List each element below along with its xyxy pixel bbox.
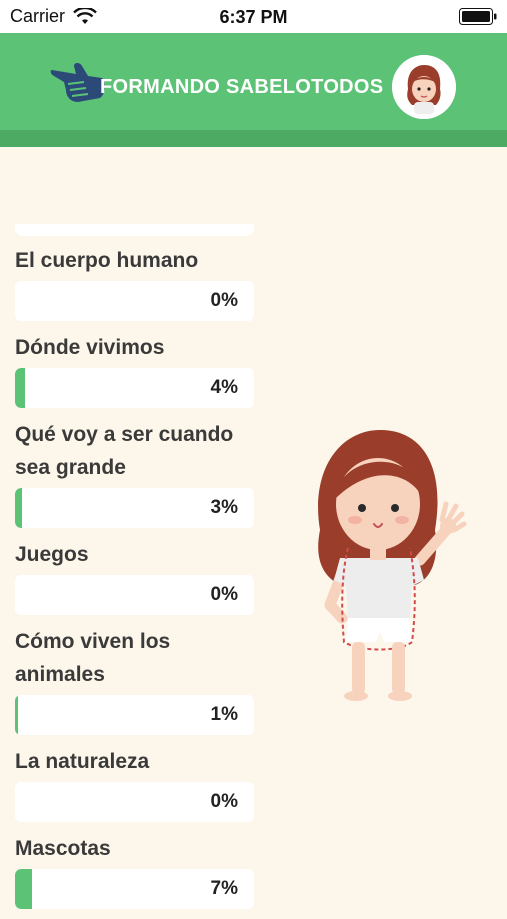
status-time: 6:37 PM: [219, 7, 288, 27]
list-item[interactable]: Qué voy a ser cuando sea grande 3%: [15, 418, 255, 528]
progress-bar: 3%: [15, 488, 254, 528]
progress-percent: 1%: [210, 704, 238, 725]
progress-percent: 0%: [210, 791, 238, 812]
progress-fill: [15, 695, 18, 735]
list-item[interactable]: El cuerpo humano 0%: [15, 244, 255, 321]
topic-title: Cómo viven los animales: [15, 630, 171, 686]
header-shadow: [0, 130, 507, 147]
progress-bar: 1%: [15, 695, 254, 735]
progress-bar: 0%: [15, 575, 254, 615]
list-item[interactable]: La naturaleza 0%: [15, 745, 255, 822]
girl-illustration: [318, 430, 467, 701]
progress-percent: 3%: [210, 497, 238, 518]
progress-bar: 7%: [15, 869, 254, 909]
progress-fill: [15, 488, 23, 528]
progress-bar: 4%: [15, 368, 254, 408]
progress-percent: 0%: [210, 584, 238, 605]
girl-avatar-icon[interactable]: [392, 55, 456, 119]
topic-title: La naturaleza: [15, 750, 150, 773]
app-title: FORMANDO SABELOTODOS: [100, 76, 384, 98]
pointing-hand-icon[interactable]: [50, 58, 106, 104]
progress-fill: [15, 368, 25, 408]
list-item[interactable]: Mascotas 7%: [15, 832, 255, 909]
progress-fill: [15, 869, 32, 909]
progress-bar: 0%: [15, 782, 254, 822]
progress-percent: 0%: [210, 290, 238, 311]
list-item[interactable]: Cómo viven los animales 1%: [15, 625, 255, 735]
progress-percent: 7%: [210, 878, 238, 899]
progress-percent: 4%: [210, 377, 238, 398]
list-item[interactable]: Dónde vivimos 4%: [15, 331, 255, 408]
topic-list: El cuerpo humano 0% Dónde vivimos 4% Qué…: [15, 226, 255, 919]
list-item[interactable]: Juegos 0%: [15, 538, 255, 615]
topic-title: Qué voy a ser cuando sea grande: [15, 423, 234, 479]
topic-title: Mascotas: [15, 837, 111, 860]
topic-title: Juegos: [15, 543, 89, 566]
battery-icon: [459, 8, 497, 25]
progress-bar: 0%: [15, 281, 254, 321]
topic-title: Dónde vivimos: [15, 336, 165, 359]
topic-title: El cuerpo humano: [15, 249, 199, 272]
